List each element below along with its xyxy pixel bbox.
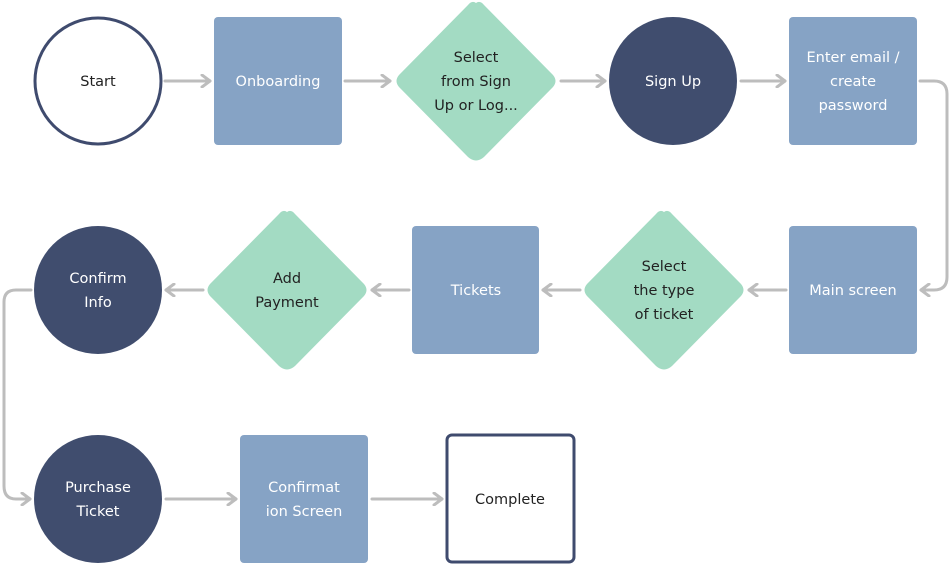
node-add-payment[interactable]: Add Payment [207, 210, 367, 370]
node-label: Start [80, 74, 116, 90]
node-label: ion Screen [266, 504, 343, 520]
flow-diagram: Start Onboarding Select from Sign Up or … [2, 1, 949, 564]
node-label: from Sign [441, 74, 511, 90]
node-label: Sign Up [645, 74, 701, 90]
node-label: the type [634, 283, 695, 299]
node-enter-email[interactable]: Enter email / create password [789, 17, 917, 145]
node-confirm-info[interactable]: Confirm Info [34, 226, 162, 354]
edge-confirm-purchase [2, 288, 33, 499]
node-label: create [830, 74, 876, 90]
node-confirmation-screen[interactable]: Confirmat ion Screen [240, 435, 368, 563]
node-label: Purchase [65, 480, 131, 496]
node-onboarding[interactable]: Onboarding [214, 17, 342, 145]
node-select-signup[interactable]: Select from Sign Up or Log... [396, 1, 556, 161]
node-label: Confirm [69, 271, 126, 287]
node-label: Confirmat [268, 480, 340, 496]
node-label: Up or Log... [434, 98, 518, 114]
node-main-screen[interactable]: Main screen [789, 226, 917, 354]
node-select-ticket[interactable]: Select the type of ticket [584, 210, 744, 370]
node-label: Enter email / [806, 50, 899, 66]
node-purchase-ticket[interactable]: Purchase Ticket [34, 435, 162, 563]
node-tickets[interactable]: Tickets [412, 226, 539, 354]
node-start[interactable]: Start [33, 16, 163, 146]
node-label: Tickets [450, 283, 501, 299]
node-label: password [819, 98, 888, 114]
edge-email-main [918, 79, 949, 290]
node-label: Select [454, 50, 499, 66]
node-label: Main screen [809, 283, 896, 299]
node-label: Info [84, 295, 112, 311]
node-signup[interactable]: Sign Up [609, 17, 737, 145]
node-label: Payment [255, 295, 319, 311]
node-label: Ticket [76, 504, 120, 520]
node-label: Select [642, 259, 687, 275]
node-label: Add [273, 271, 301, 287]
node-label: Complete [475, 492, 545, 508]
node-label: Onboarding [236, 74, 321, 90]
node-complete[interactable]: Complete [445, 433, 576, 564]
node-label: of ticket [635, 307, 694, 323]
